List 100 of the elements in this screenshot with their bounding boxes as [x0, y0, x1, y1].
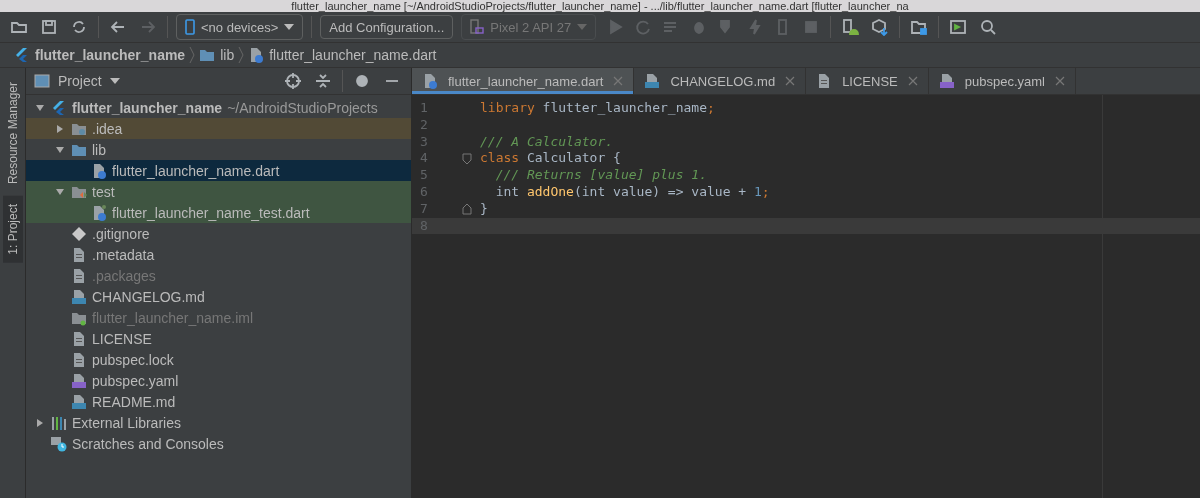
editor-tab[interactable]: flutter_launcher_name.dart [412, 68, 635, 94]
tree-arrow-icon[interactable] [55, 144, 65, 155]
file-icon [71, 267, 87, 284]
tree-arrow-icon[interactable] [35, 102, 45, 113]
package-download-icon[interactable] [871, 18, 890, 36]
tree-row[interactable]: flutter_launcher_name_test.dart [26, 202, 411, 223]
tree-item-label: Scratches and Consoles [72, 435, 224, 452]
tree-item-label: .gitignore [92, 225, 150, 242]
tree-row[interactable]: lib [26, 139, 411, 160]
tree-item-label: .metadata [92, 246, 155, 263]
tree-item-label: test [92, 183, 115, 200]
tree-item-label: CHANGELOG.md [92, 288, 205, 305]
dart-file-icon [91, 162, 107, 179]
tree-row[interactable]: .idea [26, 118, 411, 139]
tree-item-label: README.md [92, 393, 176, 410]
tree-item-label: pubspec.lock [92, 351, 174, 368]
phone-icon [185, 19, 195, 35]
save-icon[interactable] [40, 18, 58, 36]
close-icon[interactable] [907, 76, 918, 86]
code-line: /// A Calculator. [479, 133, 615, 151]
side-tab[interactable]: 1: Project [2, 196, 23, 263]
line-number: 2 [419, 116, 429, 134]
tree-row[interactable]: .metadata [26, 244, 411, 265]
line-number: 1 [419, 100, 429, 117]
tree-arrow-icon[interactable] [55, 186, 65, 197]
side-tab[interactable]: Resource Manager [2, 74, 23, 193]
project-structure-icon[interactable] [910, 18, 929, 36]
tree-item-label: lib [92, 141, 106, 158]
tree-item-label: flutter_launcher_name.dart [112, 162, 280, 179]
add-configuration-button[interactable]: Add Configuration... [320, 15, 454, 39]
device-dropdown[interactable]: <no devices> [176, 14, 304, 40]
markdown-file-icon [644, 73, 661, 89]
code-line: /// Returns [value] plus 1. [494, 167, 708, 184]
breadcrumb[interactable]: lib [199, 47, 235, 63]
tree-item-label: flutter_launcher_name_test.dart [112, 204, 310, 221]
close-icon[interactable] [1055, 76, 1065, 86]
tree-row[interactable]: Scratches and Consoles [26, 433, 411, 454]
collapse-all-icon[interactable] [314, 72, 332, 90]
terminal-icon[interactable] [949, 18, 968, 36]
project-path: ~/AndroidStudioProjects [227, 99, 378, 116]
tree-item-label: External Libraries [72, 414, 181, 431]
fold-icon[interactable] [462, 152, 472, 165]
libraries-icon [51, 414, 67, 431]
tree-row[interactable]: README.md [26, 391, 411, 412]
line-number: 5 [419, 167, 429, 184]
tree-row[interactable]: flutter_launcher_name.dart [26, 160, 411, 181]
chevron-icon [189, 46, 196, 64]
search-icon[interactable] [979, 18, 998, 36]
panel-title[interactable]: Project [58, 73, 102, 89]
breadcrumb[interactable]: flutter_launcher_name.dart [248, 47, 437, 63]
git-icon [71, 225, 87, 242]
code-line: int addOne(int value) => value + 1; [494, 184, 771, 201]
file-icon [71, 246, 87, 263]
yaml-file-icon [71, 372, 87, 389]
dart-file-icon [422, 73, 438, 89]
dart-file-icon [248, 47, 265, 63]
file-icon [71, 351, 87, 368]
window-title: flutter_launcher_name [~/AndroidStudioProjects/flutter_launcher_name] - .../lib/flutter_launcher_name.dart [flutter_launcher_na [0, 0, 1200, 12]
tree-item-label: flutter_launcher_name [72, 99, 223, 116]
tree-row[interactable]: CHANGELOG.md [26, 286, 411, 307]
fold-icon[interactable] [462, 203, 472, 216]
caret-icon [284, 24, 295, 30]
tree-row[interactable]: flutter_launcher_name ~/AndroidStudioProjects [26, 97, 411, 118]
devices-icon [470, 19, 485, 35]
tree-row[interactable]: pubspec.lock [26, 349, 411, 370]
scratches-icon [51, 435, 67, 452]
tree-row[interactable]: pubspec.yaml [26, 370, 411, 391]
code-line: class Calculator { [479, 150, 622, 168]
sync-icon[interactable] [70, 18, 88, 36]
tree-row[interactable]: .gitignore [26, 223, 411, 244]
locate-icon[interactable] [284, 72, 302, 90]
tree-item-label: .idea [92, 120, 123, 137]
close-icon[interactable] [785, 76, 796, 86]
tree-row[interactable]: LICENSE [26, 328, 411, 349]
code-line: } [479, 200, 489, 218]
test-dart-file-icon [91, 204, 107, 221]
line-number: 4 [419, 150, 429, 168]
flutter-logo-icon [51, 99, 67, 116]
yaml-file-icon [938, 73, 955, 89]
chevron-icon [238, 46, 245, 64]
caret-icon [577, 24, 588, 30]
code-line: library flutter_launcher_name; [479, 100, 716, 117]
markdown-file-icon [71, 393, 87, 410]
line-number: 7 [419, 200, 429, 218]
window-icon [34, 74, 50, 88]
tree-arrow-icon[interactable] [35, 417, 45, 428]
markdown-file-icon [71, 288, 87, 305]
breadcrumb[interactable]: flutter_launcher_name [14, 47, 186, 63]
tree-row[interactable]: External Libraries [26, 412, 411, 433]
tree-item-label: LICENSE [92, 330, 152, 347]
line-number: 6 [419, 184, 429, 201]
android-device-icon[interactable] [841, 18, 860, 36]
caret-icon[interactable] [109, 78, 120, 84]
flutter-logo-icon [14, 47, 30, 63]
tree-arrow-icon[interactable] [55, 123, 65, 134]
tree-item-label: flutter_launcher_name.iml [92, 309, 254, 326]
tree-item-label: pubspec.yaml [92, 372, 179, 389]
folder-icon [199, 47, 216, 63]
tree-row[interactable]: test [26, 181, 411, 202]
line-number: 3 [419, 133, 429, 151]
